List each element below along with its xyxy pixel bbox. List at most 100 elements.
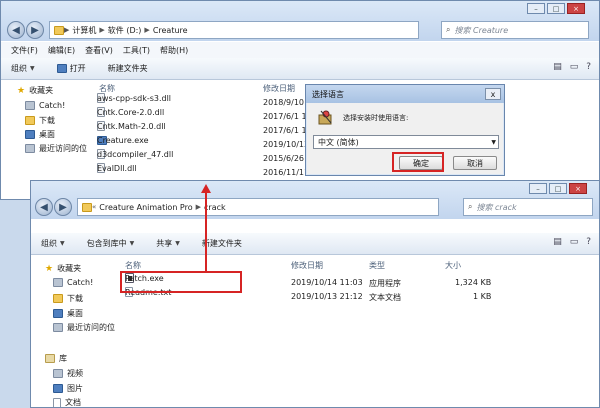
new-folder-button[interactable]: 新建文件夹 — [202, 238, 242, 249]
breadcrumb-crack[interactable]: crack — [204, 203, 226, 212]
column-date[interactable]: 修改日期 — [263, 83, 295, 94]
back-button[interactable]: ◀ — [7, 21, 25, 39]
nav-recent[interactable]: 最近访问的位 — [25, 143, 87, 154]
breadcrumb-computer[interactable]: 计算机 — [72, 25, 96, 36]
folder-icon — [54, 25, 64, 35]
menu-edit[interactable]: 编辑(E) — [48, 45, 75, 56]
breadcrumb-drive[interactable]: 软件 (D:) — [108, 25, 142, 36]
nav-favorites[interactable]: ★ 收藏夹 — [17, 85, 53, 96]
include-in-library-button[interactable]: 包含到库中 ▼ — [87, 238, 135, 249]
maximize-button[interactable]: □ — [547, 3, 565, 14]
organize-button[interactable]: 组织 ▼ — [41, 238, 65, 249]
search-icon: ⌕ — [446, 25, 451, 34]
file-row[interactable]: EvalDll.dll 2016/11/11 — [97, 163, 337, 180]
new-folder-button[interactable]: 新建文件夹 — [108, 63, 148, 74]
search-icon: ⌕ — [468, 202, 473, 211]
chevron-down-icon: ▼ — [491, 138, 496, 146]
menu-bar: 文件(F) 编辑(E) 查看(V) 工具(T) 帮助(H) — [1, 42, 599, 58]
nav-favorites[interactable]: ★ 收藏夹 — [45, 263, 81, 274]
ok-highlight-box — [392, 152, 444, 172]
forward-button[interactable]: ▶ — [54, 198, 72, 216]
breadcrumb-creature-animation-pro[interactable]: Creature Animation Pro — [99, 203, 192, 212]
forward-button[interactable]: ▶ — [26, 21, 44, 39]
preview-pane-icon[interactable]: ▭ — [570, 62, 579, 72]
maximize-button[interactable]: □ — [549, 183, 567, 194]
recent-icon — [25, 144, 35, 153]
catch-icon — [25, 101, 35, 110]
nav-videos[interactable]: 视频 — [53, 368, 83, 379]
nav-downloads[interactable]: 下载 — [53, 293, 83, 304]
help-icon[interactable]: ? — [586, 62, 591, 72]
explorer-window-creature: – □ × ◀ ▶ ▶ 计算机 ▶ 软件 (D:) ▶ Creature ⌕ 搜… — [0, 0, 600, 200]
library-icon — [45, 354, 55, 363]
open-button[interactable]: 打开 — [56, 63, 86, 74]
preview-pane-icon[interactable]: ▭ — [570, 237, 579, 247]
dialog-close-button[interactable]: x — [485, 88, 501, 100]
nav-catch[interactable]: Catch! — [25, 101, 65, 110]
view-controls: ▤ ▭ ? — [553, 62, 591, 72]
cancel-button[interactable]: 取消 — [453, 156, 497, 170]
open-icon — [56, 64, 67, 73]
document-icon — [53, 397, 61, 407]
picture-icon — [53, 384, 63, 393]
folder-icon — [82, 202, 92, 212]
column-type[interactable]: 类型 — [369, 260, 385, 271]
navigation-pane: ★ 收藏夹 Catch! 下载 桌面 最近访问的位 库 视频 图片 文档 — [31, 259, 119, 407]
help-icon[interactable]: ? — [586, 237, 591, 247]
close-button[interactable]: × — [569, 183, 587, 194]
view-icon[interactable]: ▤ — [553, 237, 562, 247]
annotation-arrow-head — [201, 184, 211, 193]
dialog-title: 选择语言 — [306, 85, 504, 103]
nav-downloads[interactable]: 下载 — [25, 115, 55, 126]
nav-recent[interactable]: 最近访问的位 — [53, 322, 115, 333]
back-button[interactable]: ◀ — [35, 198, 53, 216]
nav-library[interactable]: 库 — [45, 353, 67, 364]
close-button[interactable]: × — [567, 3, 585, 14]
dialog-prompt: 选择安装时使用语言: — [343, 114, 409, 122]
address-bar[interactable]: ▶ 计算机 ▶ 软件 (D:) ▶ Creature — [49, 21, 419, 39]
recent-icon — [53, 323, 63, 332]
menu-tools[interactable]: 工具(T) — [123, 45, 150, 56]
downloads-icon — [53, 294, 63, 303]
search-input[interactable]: ⌕ 搜索 crack — [463, 198, 593, 216]
catch-icon — [53, 278, 63, 287]
view-icon[interactable]: ▤ — [553, 62, 562, 72]
nav-catch[interactable]: Catch! — [53, 278, 93, 287]
column-name[interactable]: 名称 — [99, 83, 115, 94]
menu-help[interactable]: 帮助(H) — [160, 45, 188, 56]
desktop-icon — [53, 309, 63, 318]
search-input[interactable]: ⌕ 搜索 Creature — [441, 21, 589, 39]
explorer-window-crack: – □ × ◀ ▶ « Creature Animation Pro ▶ cra… — [30, 180, 600, 408]
installer-icon — [317, 109, 335, 127]
window-controls: – □ × — [529, 183, 587, 194]
menu-file[interactable]: 文件(F) — [11, 45, 38, 56]
toolbar: 组织 ▼ 打开 新建文件夹 ▤ ▭ ? — [1, 58, 599, 80]
column-size[interactable]: 大小 — [445, 260, 461, 271]
minimize-button[interactable]: – — [529, 183, 547, 194]
nav-pictures[interactable]: 图片 — [53, 383, 83, 394]
column-headers: 名称 修改日期 类型 大小 — [121, 258, 591, 272]
nav-desktop[interactable]: 桌面 — [25, 129, 55, 140]
breadcrumb-creature[interactable]: Creature — [153, 26, 188, 35]
window-controls: – □ × — [527, 3, 585, 14]
view-controls: ▤ ▭ ? — [553, 237, 591, 247]
video-icon — [53, 369, 63, 378]
column-name[interactable]: 名称 — [125, 260, 141, 271]
share-button[interactable]: 共享 ▼ — [156, 238, 180, 249]
annotation-arrow-line — [205, 192, 207, 272]
nav-desktop[interactable]: 桌面 — [53, 308, 83, 319]
patch-highlight-box — [120, 271, 242, 293]
address-bar[interactable]: « Creature Animation Pro ▶ crack — [77, 198, 439, 216]
minimize-button[interactable]: – — [527, 3, 545, 14]
nav-documents[interactable]: 文档 — [53, 397, 81, 407]
star-icon: ★ — [45, 263, 54, 274]
star-icon: ★ — [17, 85, 26, 96]
toolbar: 组织 ▼ 包含到库中 ▼ 共享 ▼ 新建文件夹 ▤ ▭ ? — [31, 233, 599, 255]
menu-view[interactable]: 查看(V) — [85, 45, 113, 56]
organize-button[interactable]: 组织 ▼ — [11, 63, 35, 74]
file-row-readme[interactable]: Readme.txt 2019/10/13 21:12 文本文档 1 KB — [125, 287, 565, 304]
desktop-icon — [25, 130, 35, 139]
language-select[interactable]: 中文 (简体) ▼ — [313, 135, 499, 149]
downloads-icon — [25, 116, 35, 125]
column-date[interactable]: 修改日期 — [291, 260, 323, 271]
